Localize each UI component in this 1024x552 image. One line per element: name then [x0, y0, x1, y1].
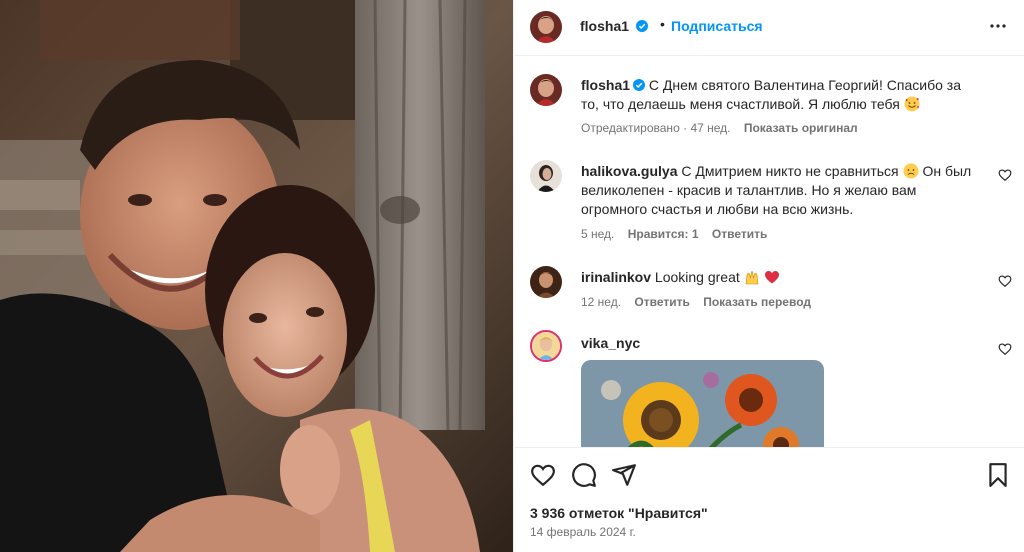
comment-text: halikova.gulya С Дмитрием никто не сравн…: [581, 162, 981, 219]
show-original-button[interactable]: Показать оригинал: [744, 121, 858, 135]
caption-text: flosha1 С Днем святого Валентина Георгий…: [581, 76, 981, 114]
share-icon[interactable]: [611, 462, 637, 488]
heart-outline-icon[interactable]: [998, 274, 1012, 288]
more-options-icon[interactable]: [986, 14, 1010, 38]
comment-text: vika_nyc: [581, 334, 981, 353]
commenter-avatar-story-ring[interactable]: [530, 330, 562, 362]
translate-button[interactable]: Показать перевод: [703, 295, 811, 309]
edited-label: Отредактировано: [581, 121, 680, 135]
comment-body: Looking great: [654, 269, 740, 285]
comment-icon[interactable]: [571, 462, 597, 488]
comment-username[interactable]: irinalinkov: [581, 269, 651, 285]
comment-username[interactable]: halikova.gulya: [581, 163, 677, 179]
reply-button[interactable]: Ответить: [634, 295, 689, 309]
post-date[interactable]: 14 февраль 2024 г.: [530, 525, 636, 539]
caption-author-avatar[interactable]: [530, 74, 562, 106]
caption-username[interactable]: flosha1: [581, 77, 630, 93]
comment-likes[interactable]: Нравится: 1: [628, 227, 699, 241]
heart-outline-icon[interactable]: [530, 462, 556, 488]
comment-body: С Дмитрием никто не сравниться: [681, 163, 899, 179]
post-side-panel: flosha1 • Подписаться flosha1 С Днем свя…: [513, 0, 1024, 552]
verified-badge-icon: [635, 20, 648, 32]
comment-text: irinalinkov Looking great: [581, 268, 981, 287]
comment-meta: 5 нед. Нравится: 1 Ответить: [581, 227, 767, 241]
comments-list[interactable]: flosha1 С Днем святого Валентина Георгий…: [514, 57, 1024, 447]
comment-username[interactable]: vika_nyc: [581, 335, 640, 351]
comment-meta: 12 нед. Ответить Показать перевод: [581, 295, 811, 309]
author-avatar[interactable]: [530, 11, 562, 43]
red-heart-icon: [764, 271, 779, 284]
author-username[interactable]: flosha1: [580, 18, 648, 34]
commenter-avatar[interactable]: [530, 266, 562, 298]
author-username-text[interactable]: flosha1: [580, 18, 629, 34]
comment-time[interactable]: 12 нед.: [581, 295, 621, 309]
caption-time[interactable]: 47 нед.: [690, 121, 730, 135]
separator-dot: •: [660, 16, 665, 32]
likes-count[interactable]: 3 936 отметок "Нравится": [530, 505, 708, 521]
follow-button[interactable]: Подписаться: [671, 18, 763, 34]
reply-button[interactable]: Ответить: [712, 227, 767, 241]
post-actions: 3 936 отметок "Нравится" 14 февраль 2024…: [514, 447, 1024, 552]
commenter-avatar[interactable]: [530, 160, 562, 192]
sad-face-icon: [903, 163, 919, 179]
post-header: flosha1 • Подписаться: [514, 0, 1024, 56]
sunflower-art-image[interactable]: [581, 360, 824, 447]
heart-outline-icon[interactable]: [998, 342, 1012, 356]
couple-selfie-image: [0, 0, 513, 552]
praising-hands-icon: [745, 270, 758, 285]
post-photo[interactable]: [0, 0, 513, 552]
bookmark-icon[interactable]: [985, 462, 1011, 488]
verified-badge-icon: [633, 79, 646, 91]
smiling-face-with-hearts-icon: [904, 96, 920, 112]
heart-outline-icon[interactable]: [998, 168, 1012, 182]
caption-meta: Отредактировано · 47 нед. Показать ориги…: [581, 121, 858, 135]
comment-time[interactable]: 5 нед.: [581, 227, 614, 241]
